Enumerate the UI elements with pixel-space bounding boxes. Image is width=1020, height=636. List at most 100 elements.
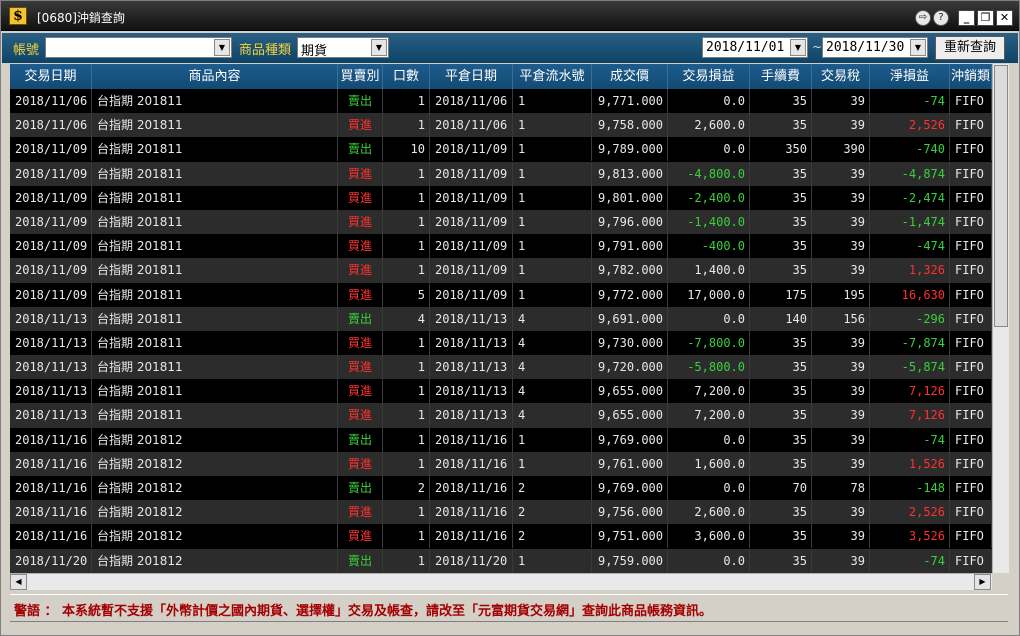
product-cell: 台指期 201812 — [92, 476, 338, 500]
close-date-cell: 2018/11/16 — [430, 427, 513, 452]
product-type-select[interactable]: 期貨 ▼ — [297, 37, 389, 59]
table-row[interactable]: 2018/11/06 台指期 201811 賣出 1 2018/11/06 1 9,771.… — [10, 89, 992, 114]
date-from-picker[interactable]: 2018/11/01 ▼ — [702, 37, 808, 58]
close-icon[interactable]: ✕ — [996, 10, 1013, 26]
table-row[interactable]: 2018/11/09 台指期 201811 賣出 10 2018/11/09 1 9,789… — [10, 137, 992, 162]
column-header[interactable]: 成交價 — [592, 64, 668, 89]
account-label: 帳號 — [13, 43, 40, 58]
fee-cell: 70 — [750, 476, 812, 500]
column-header[interactable]: 淨損益 — [870, 64, 950, 89]
qty-cell: 5 — [383, 282, 430, 307]
fee-cell: 35 — [750, 355, 812, 380]
price-cell: 9,796.000 — [592, 209, 668, 234]
help-icon[interactable]: ? — [933, 10, 949, 26]
trade-date-cell: 2018/11/20 — [10, 548, 92, 573]
column-header[interactable]: 沖銷類 — [950, 64, 992, 89]
qty-cell: 1 — [383, 403, 430, 428]
table-row[interactable]: 2018/11/09 台指期 201811 買進 1 2018/11/09 1 9,782.… — [10, 258, 992, 283]
fee-cell: 35 — [750, 113, 812, 138]
table-row[interactable]: 2018/11/16 台指期 201812 賣出 2 2018/11/16 2 9,769.… — [10, 476, 992, 501]
requery-button[interactable]: 重新查詢 — [935, 36, 1005, 60]
side-cell: 買進 — [338, 330, 383, 355]
side-cell: 賣出 — [338, 427, 383, 452]
fee-cell: 35 — [750, 258, 812, 283]
qty-cell: 2 — [383, 476, 430, 500]
window-title: [0680]沖銷查詢 — [37, 11, 125, 25]
price-cell: 9,691.000 — [592, 306, 668, 331]
fee-cell: 35 — [750, 209, 812, 234]
dock-arrow-icon[interactable]: ⇨ — [915, 10, 931, 26]
chevron-down-icon[interactable]: ▼ — [910, 39, 926, 56]
tax-cell: 39 — [812, 89, 870, 113]
table-row[interactable]: 2018/11/13 台指期 201811 賣出 4 2018/11/13 4 9,691.… — [10, 306, 992, 331]
vertical-scrollbar[interactable] — [992, 64, 1009, 573]
table-row[interactable]: 2018/11/09 台指期 201811 買進 1 2018/11/09 1 9,813.… — [10, 161, 992, 186]
table-row[interactable]: 2018/11/20 台指期 201812 賣出 1 2018/11/20 1 9,759.… — [10, 548, 992, 573]
table-row[interactable]: 2018/11/06 台指期 201811 買進 1 2018/11/06 1 9,758.… — [10, 113, 992, 138]
column-header[interactable]: 口數 — [383, 64, 430, 89]
table-row[interactable]: 2018/11/16 台指期 201812 賣出 1 2018/11/16 1 9,769.… — [10, 427, 992, 452]
grid-header: 交易日期 商品內容 買賣別 口數 平倉日期 平倉流水號 成交價 交易損益 手續費 交易稅 淨損益 沖銷… — [10, 64, 992, 89]
fee-cell: 35 — [750, 524, 812, 549]
vertical-scroll-thumb[interactable] — [994, 65, 1008, 327]
minimize-icon[interactable]: _ — [958, 10, 975, 26]
horizontal-scrollbar[interactable]: ◀ ▶ — [10, 573, 992, 590]
net-pl-cell: 16,630 — [870, 282, 950, 307]
tax-cell: 39 — [812, 258, 870, 283]
column-header[interactable]: 平倉日期 — [430, 64, 513, 89]
table-row[interactable]: 2018/11/13 台指期 201811 買進 1 2018/11/13 4 9,655.… — [10, 403, 992, 428]
trade-date-cell: 2018/11/09 — [10, 161, 92, 186]
net-pl-cell: 3,526 — [870, 524, 950, 549]
net-pl-cell: -1,474 — [870, 209, 950, 234]
column-header[interactable]: 平倉流水號 — [513, 64, 592, 89]
trade-date-cell: 2018/11/16 — [10, 524, 92, 549]
net-pl-cell: -148 — [870, 476, 950, 500]
date-to-picker[interactable]: 2018/11/30 ▼ — [822, 37, 928, 58]
chevron-down-icon[interactable]: ▼ — [790, 39, 806, 56]
side-cell: 買進 — [338, 234, 383, 259]
tax-cell: 39 — [812, 209, 870, 234]
table-row[interactable]: 2018/11/16 台指期 201812 買進 1 2018/11/16 2 9,756.… — [10, 500, 992, 525]
table-row[interactable]: 2018/11/13 台指期 201811 買進 1 2018/11/13 4 9,730.… — [10, 330, 992, 356]
title-bar[interactable]: $ [0680]沖銷查詢 ⇨ ? _ ❐ ✕ — [1, 1, 1019, 31]
table-row[interactable]: 2018/11/09 台指期 201811 買進 5 2018/11/09 1 9,772.… — [10, 282, 992, 307]
column-header[interactable]: 交易損益 — [668, 64, 750, 89]
product-cell: 台指期 201811 — [92, 113, 338, 138]
fee-cell: 175 — [750, 282, 812, 307]
table-row[interactable]: 2018/11/09 台指期 201811 買進 1 2018/11/09 1 9,801.… — [10, 185, 992, 210]
net-pl-cell: -4,874 — [870, 161, 950, 186]
column-header[interactable]: 手續費 — [750, 64, 812, 89]
table-row[interactable]: 2018/11/09 台指期 201811 買進 1 2018/11/09 1 9,791.… — [10, 234, 992, 259]
price-cell: 9,720.000 — [592, 355, 668, 380]
table-row[interactable]: 2018/11/13 台指期 201811 買進 1 2018/11/13 4 9,720.… — [10, 355, 992, 380]
date-separator: ~ — [812, 40, 823, 54]
account-select[interactable]: ▼ — [45, 37, 232, 58]
offset-query-grid[interactable]: 交易日期 商品內容 買賣別 口數 平倉日期 平倉流水號 成交價 交易損益 手續費 交易稅 淨損益 沖銷… — [10, 64, 992, 573]
column-header[interactable]: 交易稅 — [812, 64, 870, 89]
close-serial-cell: 1 — [513, 451, 592, 476]
table-row[interactable]: 2018/11/16 台指期 201812 買進 1 2018/11/16 2 9,751.… — [10, 524, 992, 549]
trade-date-cell: 2018/11/06 — [10, 89, 92, 113]
table-row[interactable]: 2018/11/13 台指期 201811 買進 1 2018/11/13 4 9,655.… — [10, 379, 992, 404]
column-header[interactable]: 交易日期 — [10, 64, 92, 89]
net-pl-cell: -2,474 — [870, 185, 950, 210]
column-header[interactable]: 商品內容 — [92, 64, 338, 89]
scroll-right-icon[interactable]: ▶ — [974, 574, 991, 590]
product-cell: 台指期 201812 — [92, 427, 338, 452]
product-cell: 台指期 201811 — [92, 137, 338, 162]
close-serial-cell: 2 — [513, 500, 592, 525]
column-header[interactable]: 買賣別 — [338, 64, 383, 89]
close-serial-cell: 1 — [513, 548, 592, 573]
trade-pl-cell: -5,800.0 — [668, 355, 750, 380]
qty-cell: 1 — [383, 185, 430, 210]
scroll-left-icon[interactable]: ◀ — [10, 574, 27, 590]
table-row[interactable]: 2018/11/09 台指期 201811 買進 1 2018/11/09 1 9,796.… — [10, 209, 992, 235]
chevron-down-icon[interactable]: ▼ — [371, 39, 387, 56]
close-serial-cell: 4 — [513, 330, 592, 355]
table-row[interactable]: 2018/11/16 台指期 201812 買進 1 2018/11/16 1 9,761.… — [10, 451, 992, 476]
chevron-down-icon[interactable]: ▼ — [214, 39, 230, 56]
product-type-label: 商品種類 — [239, 43, 292, 58]
trade-pl-cell: 2,600.0 — [668, 500, 750, 525]
close-date-cell: 2018/11/16 — [430, 524, 513, 549]
restore-icon[interactable]: ❐ — [977, 10, 994, 26]
